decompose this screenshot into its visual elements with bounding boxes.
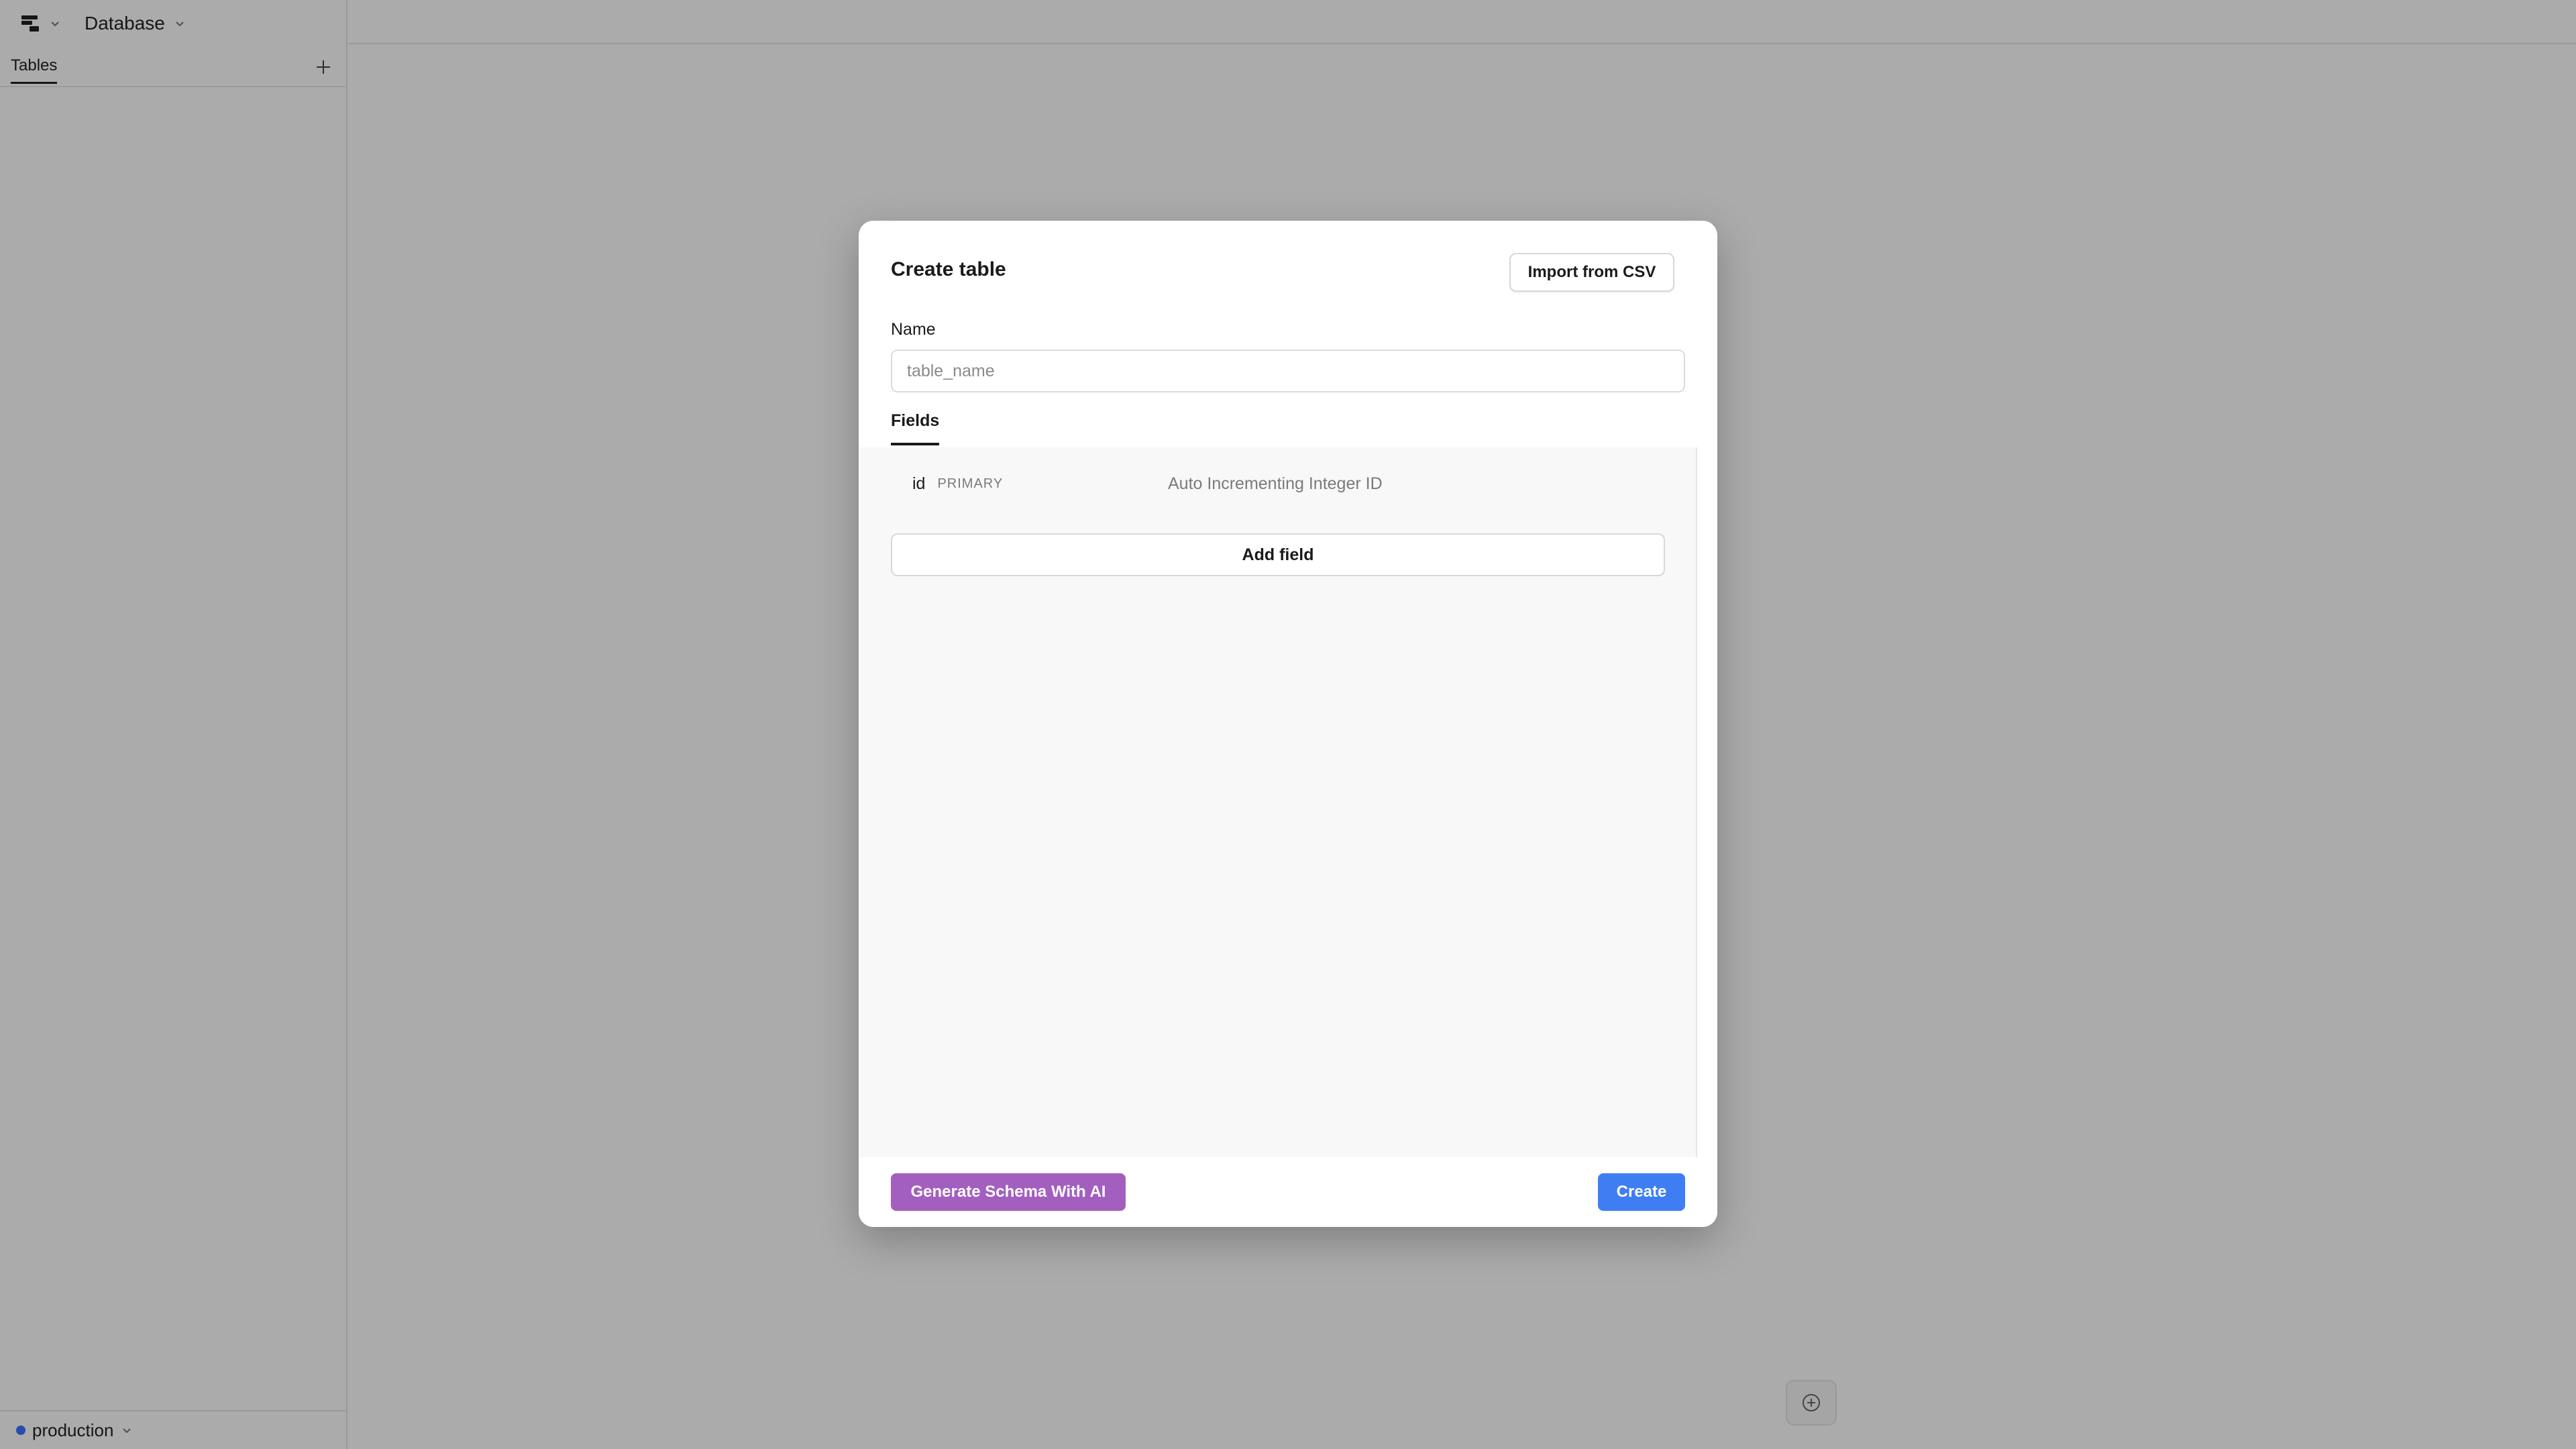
add-field-button[interactable]: Add field [891,533,1665,576]
fields-panel: id PRIMARY Auto Incrementing Integer ID … [859,447,1697,1157]
generate-schema-button[interactable]: Generate Schema With AI [891,1173,1126,1211]
dialog-footer: Generate Schema With AI Create [859,1157,1717,1227]
dialog-title: Create table [891,258,1006,280]
import-csv-button[interactable]: Import from CSV [1509,253,1674,292]
field-row[interactable]: id PRIMARY Auto Incrementing Integer ID [891,466,1665,501]
field-name: id [912,474,926,493]
table-name-input[interactable] [891,350,1685,392]
app-shell: Database Tables production Create table … [0,0,2576,1449]
field-description: Auto Incrementing Integer ID [1168,474,1383,493]
primary-badge: PRIMARY [937,476,1004,491]
tab-fields[interactable]: Fields [891,411,940,445]
create-button[interactable]: Create [1598,1173,1685,1211]
create-table-dialog: Create table Import from CSV Name Fields… [859,221,1717,1227]
name-label: Name [891,320,936,339]
